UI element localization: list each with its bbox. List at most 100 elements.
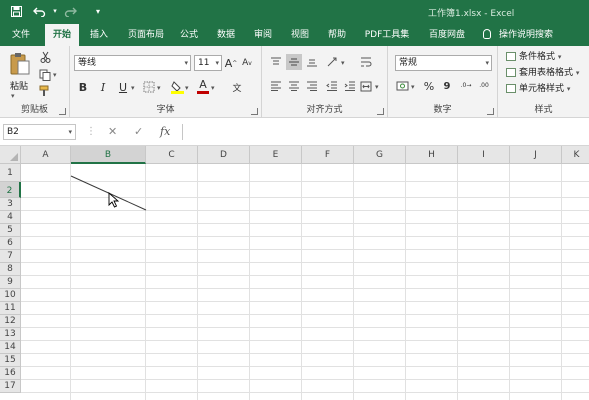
format-as-table-dropdown-icon: ▾: [575, 69, 580, 77]
redo-icon[interactable]: [62, 3, 78, 19]
cancel-icon[interactable]: ✕: [108, 124, 117, 140]
accounting-dropdown-icon[interactable]: ▾: [411, 83, 415, 91]
ribbon-tabs: 文件 开始 插入 页面布局 公式 数据 审阅 视图 帮助 PDF工具集 百度网盘…: [0, 24, 589, 46]
bottom-align-icon[interactable]: [304, 54, 320, 70]
font-name-box[interactable]: 等线 ▾: [74, 55, 191, 71]
cell-styles-button[interactable]: 单元格样式 ▾: [506, 82, 570, 97]
font-color-swatch: [197, 90, 209, 94]
comma-style-button[interactable]: 9: [440, 78, 454, 94]
tab-page-layout[interactable]: 页面布局: [121, 24, 171, 46]
copy-dropdown-icon[interactable]: ▾: [53, 71, 57, 79]
insert-function-icon[interactable]: fx: [160, 124, 170, 140]
top-align-icon[interactable]: [268, 54, 284, 70]
font-group: 等线 ▾ 11 ▾ A ^ Av B I U ▾ ▾ ▾ A ▾ 文 字体: [70, 46, 262, 118]
tab-formulas[interactable]: 公式: [175, 24, 203, 46]
formula-input[interactable]: [182, 124, 586, 140]
conditional-formatting-icon: [506, 52, 516, 61]
tab-file[interactable]: 文件: [7, 24, 35, 46]
name-box[interactable]: B2 ▾: [3, 124, 76, 140]
format-as-table-label: 套用表格格式: [519, 68, 574, 78]
italic-button[interactable]: I: [96, 79, 110, 95]
number-group-label: 数字: [433, 105, 452, 115]
ribbon: 粘贴 ▾ ▾ 剪贴板 等线 ▾ 11 ▾ A ^ Av B I U ▾ ▾ ▾ …: [0, 46, 589, 118]
align-left-icon[interactable]: [268, 78, 284, 94]
undo-dropdown-icon[interactable]: ▾: [47, 3, 63, 19]
paste-label[interactable]: 粘贴: [10, 79, 28, 92]
font-launcher-icon[interactable]: [251, 108, 258, 115]
number-format-dropdown-icon[interactable]: ▾: [485, 56, 489, 70]
mouse-cursor-icon: [108, 192, 120, 208]
font-group-label: 字体: [156, 105, 175, 115]
paste-dropdown-icon[interactable]: ▾: [11, 92, 15, 100]
font-color-button[interactable]: A: [196, 77, 210, 95]
worksheet-grid[interactable]: ABCDEFGHIJK 1 2 3 4 5 6 7 8 9 10 11 12 13 14 15 16 17: [0, 146, 589, 400]
fill-color-dropdown-icon[interactable]: ▾: [185, 84, 189, 92]
font-name-dropdown-icon[interactable]: ▾: [184, 56, 188, 70]
copy-icon[interactable]: [38, 68, 52, 82]
font-size-dropdown-icon[interactable]: ▾: [215, 56, 219, 70]
tab-pdf-tools[interactable]: PDF工具集: [359, 24, 415, 46]
percent-button[interactable]: %: [422, 78, 436, 94]
number-launcher-icon[interactable]: [487, 108, 494, 115]
increase-indent-icon[interactable]: [342, 78, 358, 94]
customize-icon[interactable]: ▾: [90, 3, 106, 19]
grow-font-label: A: [224, 56, 233, 70]
number-format-box[interactable]: 常规 ▾: [395, 55, 492, 71]
alignment-launcher-icon[interactable]: [377, 108, 384, 115]
number-format-value: 常规: [399, 58, 418, 68]
name-box-dropdown-icon[interactable]: ▾: [68, 125, 72, 139]
increase-decimal-button[interactable]: .0→: [458, 78, 474, 94]
alignment-group: ▾ ▾ 对齐方式: [262, 46, 388, 118]
styles-group-label: 样式: [534, 105, 553, 115]
font-size-box[interactable]: 11 ▾: [194, 55, 222, 71]
fill-color-icon[interactable]: [170, 79, 184, 95]
format-painter-icon[interactable]: [38, 84, 52, 98]
formula-bar: B2 ▾ ⋮ ✕ ✓ fx: [0, 118, 589, 146]
conditional-formatting-label: 条件格式: [519, 52, 556, 62]
paste-icon[interactable]: [8, 52, 32, 76]
tab-review[interactable]: 审阅: [249, 24, 277, 46]
tab-data[interactable]: 数据: [212, 24, 240, 46]
underline-dropdown-icon[interactable]: ▾: [131, 84, 135, 92]
shrink-font-button[interactable]: Av: [240, 55, 254, 71]
clipboard-launcher-icon[interactable]: [59, 108, 66, 115]
conditional-formatting-button[interactable]: 条件格式 ▾: [506, 50, 561, 65]
borders-dropdown-icon[interactable]: ▾: [157, 84, 161, 92]
accounting-format-icon[interactable]: [394, 78, 410, 94]
middle-align-icon[interactable]: [286, 54, 302, 70]
tab-help[interactable]: 帮助: [323, 24, 351, 46]
orientation-icon[interactable]: [324, 54, 340, 70]
tab-view[interactable]: 视图: [286, 24, 314, 46]
tab-insert[interactable]: 插入: [85, 24, 113, 46]
title-bar: ▾ ▾ 工作簿1.xlsx - Excel: [0, 0, 589, 24]
cut-icon[interactable]: [38, 50, 52, 64]
bold-button[interactable]: B: [76, 79, 90, 95]
orientation-dropdown-icon[interactable]: ▾: [341, 59, 345, 67]
tell-me-label: 操作说明搜索: [499, 30, 554, 40]
lightbulb-icon: [483, 29, 491, 39]
font-color-dropdown-icon[interactable]: ▾: [211, 84, 215, 92]
phonetic-button[interactable]: 文: [230, 79, 244, 95]
tab-home[interactable]: 开始: [45, 24, 79, 46]
align-right-icon[interactable]: [304, 78, 320, 94]
tab-baidu-netdisk[interactable]: 百度网盘: [423, 24, 471, 46]
font-size-value: 11: [198, 58, 210, 68]
merge-dropdown-icon[interactable]: ▾: [375, 83, 379, 91]
align-center-icon[interactable]: [286, 78, 302, 94]
underline-button[interactable]: U: [116, 79, 130, 95]
borders-icon[interactable]: [142, 79, 156, 95]
decrease-indent-icon[interactable]: [324, 78, 340, 94]
font-color-letter: A: [199, 77, 207, 91]
undo-icon[interactable]: [31, 3, 47, 19]
tell-me-search[interactable]: 操作说明搜索: [483, 24, 553, 46]
format-as-table-button[interactable]: 套用表格格式 ▾: [506, 66, 579, 81]
save-icon[interactable]: [8, 3, 24, 19]
grow-font-button[interactable]: A ^: [224, 55, 238, 71]
wrap-text-icon[interactable]: [358, 54, 374, 70]
enter-icon[interactable]: ✓: [134, 124, 143, 140]
decrease-decimal-button[interactable]: .00: [476, 78, 492, 94]
cell-styles-dropdown-icon: ▾: [566, 85, 571, 93]
format-as-table-icon: [506, 68, 516, 77]
cell-styles-icon: [506, 84, 516, 93]
merge-center-icon[interactable]: [358, 78, 374, 94]
